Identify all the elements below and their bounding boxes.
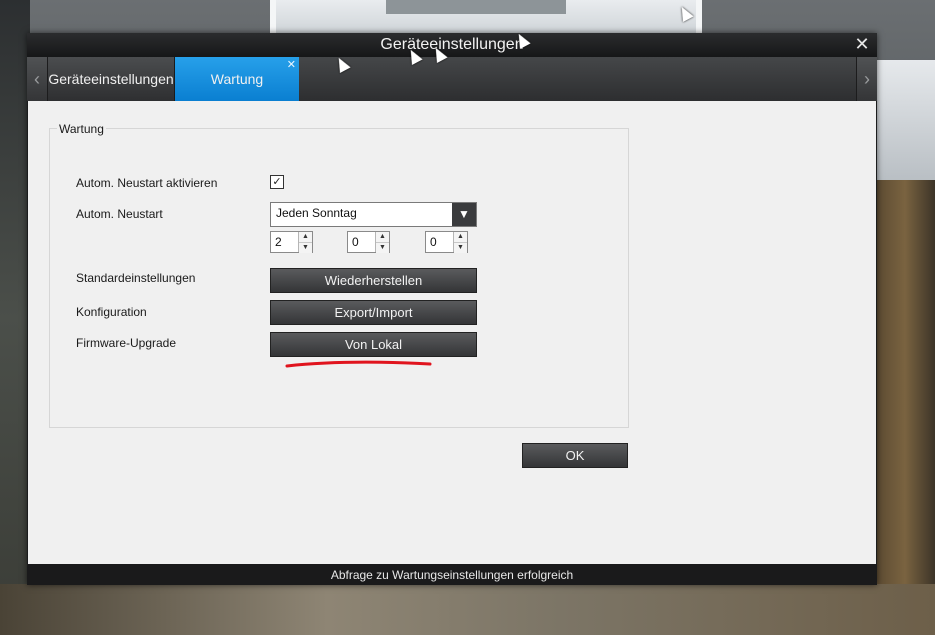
tab-device-settings[interactable]: Geräteeinstellungen	[48, 57, 175, 101]
close-icon[interactable]: ✕	[853, 34, 871, 54]
device-settings-dialog: Geräteeinstellungen ✕ ‹ Geräteeinstellun…	[27, 33, 877, 585]
red-underline-annotation	[285, 360, 432, 368]
background-window	[270, 0, 702, 34]
background-scene-bottom	[0, 584, 935, 635]
title-bar: Geräteeinstellungen ✕	[27, 33, 877, 57]
background-scene-left	[0, 0, 30, 635]
tab-bar: ‹ Geräteeinstellungen Wartung ✕ ›	[27, 57, 877, 101]
auto-restart-enable-label: Autom. Neustart aktivieren	[76, 176, 218, 190]
stepper-buttons: ▲ ▼	[453, 232, 467, 253]
chevron-right-icon[interactable]: ›	[856, 57, 877, 101]
content-panel: Wartung Autom. Neustart aktivieren ✓ Aut…	[28, 101, 876, 564]
hour-stepper[interactable]: 2 ▲ ▼	[270, 231, 313, 253]
tab-maintenance[interactable]: Wartung ✕	[175, 57, 299, 101]
second-stepper[interactable]: 0 ▲ ▼	[425, 231, 468, 253]
tab-close-icon[interactable]: ✕	[287, 59, 296, 71]
stepper-down-icon[interactable]: ▼	[454, 243, 467, 253]
chevron-down-icon[interactable]: ▼	[452, 203, 476, 226]
hour-value: 2	[275, 235, 282, 249]
tab-label: Geräteeinstellungen	[48, 71, 174, 87]
auto-restart-label: Autom. Neustart	[76, 207, 163, 221]
stepper-up-icon[interactable]: ▲	[299, 232, 312, 243]
auto-restart-checkbox[interactable]: ✓	[270, 175, 284, 189]
firmware-local-button[interactable]: Von Lokal	[270, 332, 477, 357]
minute-value: 0	[352, 235, 359, 249]
config-label: Konfiguration	[76, 305, 147, 319]
status-bar: Abfrage zu Wartungseinstellungen erfolgr…	[27, 564, 877, 585]
stepper-up-icon[interactable]: ▲	[454, 232, 467, 243]
chevron-left-icon[interactable]: ‹	[27, 57, 48, 101]
stepper-up-icon[interactable]: ▲	[376, 232, 389, 243]
dialog-title: Geräteeinstellungen	[380, 36, 524, 53]
stepper-buttons: ▲ ▼	[298, 232, 312, 253]
firmware-label: Firmware-Upgrade	[76, 336, 177, 350]
second-value: 0	[430, 235, 437, 249]
background-camera	[875, 60, 935, 180]
defaults-label: Standardeinstellungen	[76, 271, 196, 285]
minute-stepper[interactable]: 0 ▲ ▼	[347, 231, 390, 253]
restart-schedule-select[interactable]: Jeden Sonntag ▼	[270, 202, 477, 227]
select-value: Jeden Sonntag	[276, 206, 357, 220]
stepper-down-icon[interactable]: ▼	[376, 243, 389, 253]
stepper-down-icon[interactable]: ▼	[299, 243, 312, 253]
restore-defaults-button[interactable]: Wiederherstellen	[270, 268, 477, 293]
ok-button[interactable]: OK	[522, 443, 628, 468]
stepper-buttons: ▲ ▼	[375, 232, 389, 253]
group-title: Wartung	[57, 122, 106, 136]
status-text: Abfrage zu Wartungseinstellungen erfolgr…	[330, 568, 574, 582]
export-import-button[interactable]: Export/Import	[270, 300, 477, 325]
tab-label: Wartung	[210, 71, 264, 87]
